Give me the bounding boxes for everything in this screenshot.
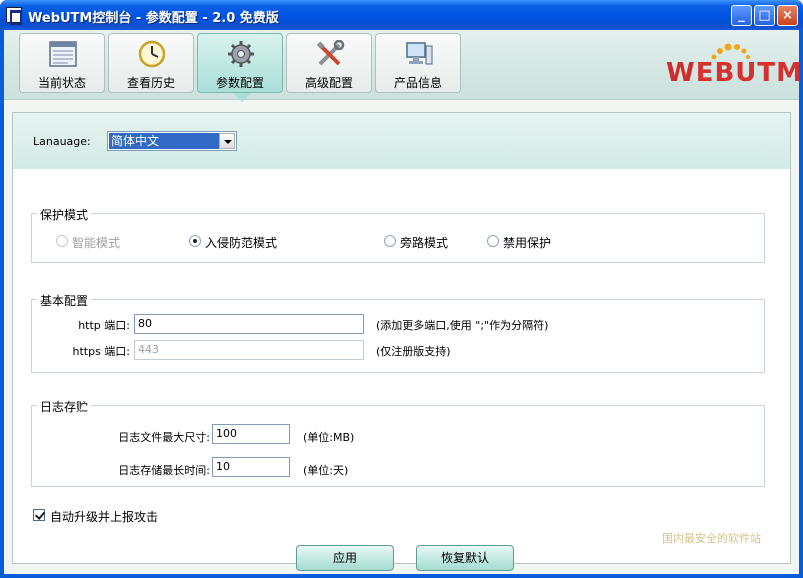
restore-defaults-button[interactable]: 恢复默认 <box>416 545 514 571</box>
radio-indicator <box>189 235 201 247</box>
radio-label: 入侵防范模式 <box>205 236 278 250</box>
app-window: WebUTM控制台 - 参数配置 - 2.0 免费版 _ □ × 当前状态 查看… <box>0 0 803 578</box>
logo-letter: W <box>666 58 696 88</box>
log-storage-group: 日志存贮 日志文件最大尺寸: 100 (单位:MB) 日志存储最长时间: 10 … <box>31 398 765 487</box>
radio-indicator <box>56 235 68 247</box>
tab-label: 产品信息 <box>393 76 442 90</box>
logo-text: WEBUTM <box>666 58 799 88</box>
webutm-logo: WEBUTM <box>664 42 799 88</box>
radio-label: 智能模式 <box>72 236 121 250</box>
log-max-size-unit: (单位:MB) <box>303 431 355 444</box>
toolbar: 当前状态 查看历史 参数配置 高级配置 产品信息 WEBUTM <box>4 30 799 100</box>
tab-parameter-config[interactable]: 参数配置 <box>197 33 283 93</box>
app-icon <box>6 7 22 25</box>
tab-label: 高级配置 <box>304 76 353 90</box>
https-port-label: https 端口: <box>72 345 130 358</box>
protection-mode-group: 保护模式 智能模式 入侵防范模式 旁路模式 禁用保护 <box>31 206 765 263</box>
language-bar: Lanauage: 简体中文 <box>13 113 790 169</box>
tab-current-status[interactable]: 当前状态 <box>19 33 105 93</box>
basic-config-group: 基本配置 http 端口: 80 (添加更多端口,使用 ";"作为分隔符) ht… <box>31 292 765 373</box>
close-button[interactable]: × <box>777 5 798 26</box>
language-label: Lanauage: <box>33 135 91 148</box>
http-port-hint: (添加更多端口,使用 ";"作为分隔符) <box>376 319 549 332</box>
https-port-field[interactable]: 443 <box>134 340 364 360</box>
tab-label: 查看历史 <box>126 76 175 90</box>
http-port-label: http 端口: <box>78 319 130 332</box>
tab-view-history[interactable]: 查看历史 <box>108 33 194 93</box>
maximize-button[interactable]: □ <box>754 5 775 26</box>
log-max-size-label: 日志文件最大尺寸: <box>118 431 210 444</box>
log-max-time-label: 日志存储最长时间: <box>118 464 210 477</box>
window-title: WebUTM控制台 - 参数配置 - 2.0 免费版 <box>28 11 279 26</box>
clock-icon <box>138 40 166 68</box>
group-title: 基本配置 <box>37 292 92 309</box>
chevron-down-icon[interactable] <box>219 133 235 149</box>
computer-icon <box>406 42 433 65</box>
https-port-hint: (仅注册版支持) <box>376 345 451 358</box>
language-select-value: 简体中文 <box>109 133 219 149</box>
radio-label: 旁路模式 <box>400 236 449 250</box>
apply-button[interactable]: 应用 <box>296 545 394 571</box>
radio-indicator <box>487 235 499 247</box>
log-max-size-field[interactable]: 100 <box>212 424 290 444</box>
tab-label: 当前状态 <box>37 76 86 90</box>
log-max-time-field[interactable]: 10 <box>212 457 290 477</box>
client-area: 当前状态 查看历史 参数配置 高级配置 产品信息 WEBUTM Lanauage… <box>4 30 799 574</box>
log-max-time-unit: (单位:天) <box>303 464 349 477</box>
gear-icon <box>228 41 254 67</box>
http-port-field[interactable]: 80 <box>134 314 364 334</box>
radio-indicator <box>384 235 396 247</box>
group-title: 保护模式 <box>37 206 92 223</box>
settings-panel: Lanauage: 简体中文 保护模式 智能模式 入侵防范模式 旁路模式 禁用保… <box>12 112 791 571</box>
auto-upgrade-label[interactable]: 自动升级并上报攻击 <box>50 508 158 525</box>
auto-upgrade-checkbox[interactable] <box>33 509 45 521</box>
active-tab-pointer <box>233 93 251 102</box>
minimize-button[interactable]: _ <box>731 5 752 26</box>
status-panel-icon <box>49 41 77 67</box>
language-select[interactable]: 简体中文 <box>107 131 237 151</box>
watermark-text: 国内最安全的软件站 <box>662 532 761 545</box>
tab-label: 参数配置 <box>215 76 264 90</box>
tab-product-info[interactable]: 产品信息 <box>375 33 461 93</box>
tab-advanced-config[interactable]: 高级配置 <box>286 33 372 93</box>
tools-icon <box>316 40 345 66</box>
group-title: 日志存贮 <box>37 398 92 415</box>
radio-label: 禁用保护 <box>503 236 552 250</box>
logo-letters: EBUTM <box>695 58 799 88</box>
title-bar[interactable]: WebUTM控制台 - 参数配置 - 2.0 免费版 _ □ × <box>0 0 803 30</box>
